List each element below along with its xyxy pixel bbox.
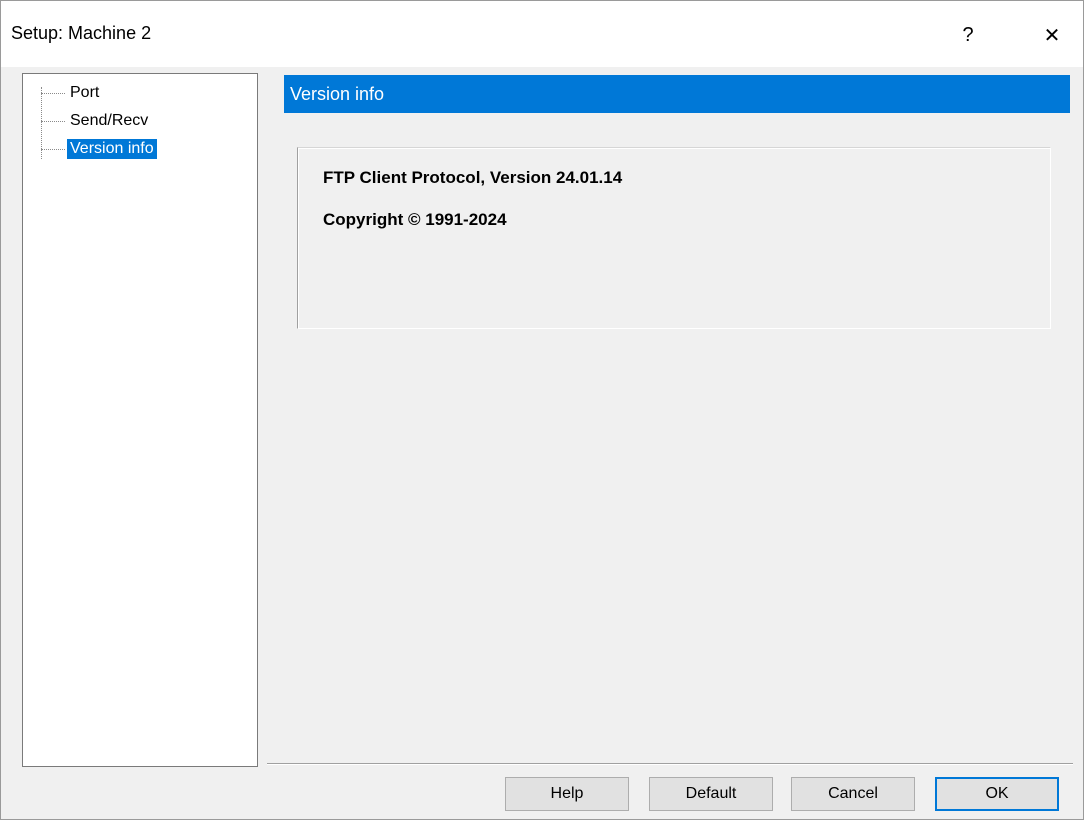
tree-item-label: Version info (67, 139, 157, 159)
title-bar: Setup: Machine 2 ? ✕ (1, 1, 1083, 67)
settings-tree[interactable]: Port Send/Recv Version info (22, 73, 258, 767)
page-header: Version info (284, 75, 1070, 113)
default-button[interactable]: Default (649, 777, 773, 811)
page-title: Version info (290, 84, 385, 104)
setup-dialog: Setup: Machine 2 ? ✕ Port Send/Recv Vers… (0, 0, 1084, 820)
help-button[interactable]: Help (505, 777, 629, 811)
tree-branch-line (41, 92, 65, 94)
tree-item-send-recv[interactable]: Send/Recv (41, 110, 151, 132)
button-separator (267, 763, 1073, 765)
window-title: Setup: Machine 2 (11, 23, 152, 43)
ok-button[interactable]: OK (935, 777, 1059, 811)
version-text: FTP Client Protocol, Version 24.01.14 (323, 168, 623, 187)
help-icon[interactable]: ? (945, 15, 991, 55)
tree-item-version-info[interactable]: Version info (41, 138, 157, 160)
copyright-text: Copyright © 1991-2024 (323, 210, 507, 229)
tree-branch-line (41, 148, 65, 150)
cancel-button[interactable]: Cancel (791, 777, 915, 811)
tree-item-label: Send/Recv (70, 112, 149, 129)
close-icon[interactable]: ✕ (1029, 15, 1075, 55)
version-info-panel: FTP Client Protocol, Version 24.01.14 Co… (297, 147, 1051, 329)
tree-item-label: Port (70, 84, 100, 101)
tree-item-port[interactable]: Port (41, 82, 102, 104)
tree-branch-line (41, 120, 65, 122)
